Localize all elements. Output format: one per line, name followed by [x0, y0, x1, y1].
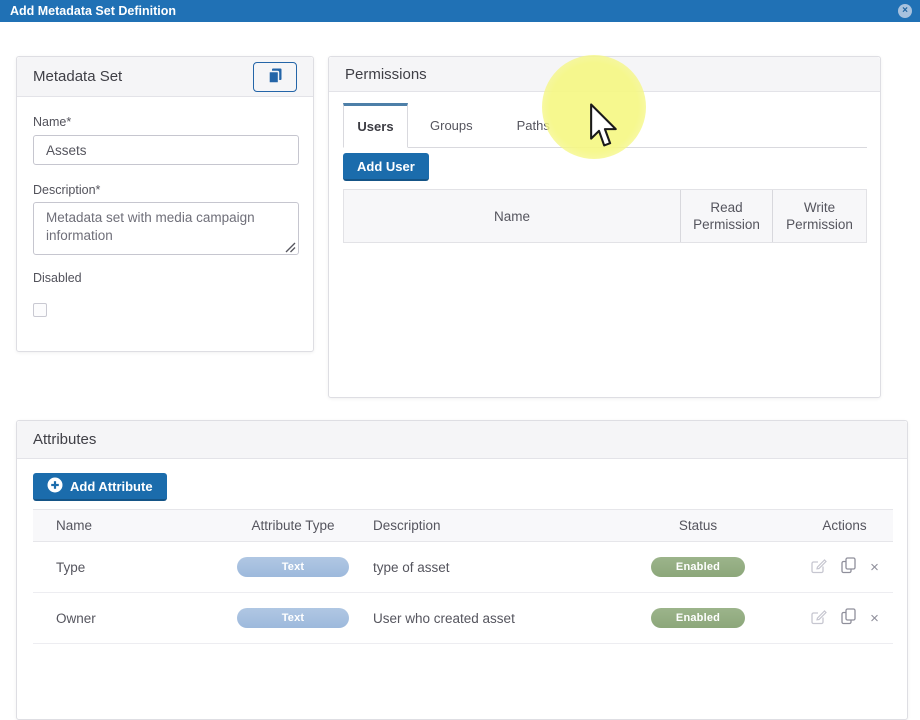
- attributes-table: Name Attribute Type Description Status A…: [33, 509, 893, 644]
- tab-paths[interactable]: Paths: [495, 103, 572, 147]
- attributes-title: Attributes: [33, 431, 96, 448]
- copy-metadata-set-button[interactable]: [253, 62, 297, 92]
- attribute-description: type of asset: [373, 560, 618, 575]
- remove-icon: ×: [870, 560, 879, 575]
- permissions-tabs: Users Groups Paths: [343, 103, 867, 148]
- status-badge: Enabled: [651, 608, 745, 628]
- attributes-header: Attributes: [17, 421, 907, 459]
- permissions-card: Permissions Users Groups Paths Add User …: [328, 56, 881, 398]
- column-header-actions: Actions: [778, 518, 893, 533]
- duplicate-attribute-button[interactable]: [841, 608, 856, 628]
- name-input[interactable]: [33, 135, 299, 165]
- page-title: Add Metadata Set Definition: [10, 4, 176, 18]
- plus-icon: [47, 477, 63, 496]
- remove-icon: ×: [870, 611, 879, 626]
- permissions-header: Permissions: [329, 57, 880, 92]
- metadata-set-card: Metadata Set Name* Description* Metadata…: [16, 56, 314, 352]
- table-row: Type Text type of asset Enabled: [33, 542, 893, 593]
- column-header-status: Status: [618, 518, 778, 533]
- status-badge: Enabled: [651, 557, 745, 577]
- name-label: Name*: [33, 115, 71, 129]
- tab-users[interactable]: Users: [343, 103, 408, 148]
- attribute-description: User who created asset: [373, 611, 618, 626]
- column-header-name: Name: [344, 190, 680, 242]
- metadata-set-title: Metadata Set: [33, 68, 122, 85]
- duplicate-icon: [841, 608, 856, 628]
- textarea-resize-handle-icon[interactable]: [284, 240, 296, 258]
- attributes-card: Attributes Add Attribute Name Attribute …: [16, 420, 908, 720]
- column-header-read-permission: Read Permission: [680, 190, 772, 242]
- close-icon[interactable]: ×: [898, 4, 912, 18]
- column-header-description: Description: [373, 518, 618, 533]
- add-user-label: Add User: [357, 159, 415, 174]
- disabled-checkbox[interactable]: [33, 303, 47, 317]
- duplicate-icon: [841, 557, 856, 577]
- modal-titlebar: Add Metadata Set Definition ×: [0, 0, 920, 22]
- edit-icon: [810, 608, 827, 628]
- edit-icon: [810, 557, 827, 577]
- add-user-button[interactable]: Add User: [343, 153, 429, 181]
- edit-attribute-button[interactable]: [810, 557, 827, 577]
- attributes-table-header: Name Attribute Type Description Status A…: [33, 509, 893, 542]
- attribute-name: Owner: [33, 611, 213, 626]
- description-label: Description*: [33, 183, 100, 197]
- metadata-set-header: Metadata Set: [17, 57, 313, 97]
- permissions-table-header: Name Read Permission Write Permission: [343, 189, 867, 243]
- add-attribute-button[interactable]: Add Attribute: [33, 473, 167, 501]
- column-header-attribute-type: Attribute Type: [213, 518, 373, 533]
- attribute-type-badge: Text: [237, 557, 349, 577]
- remove-attribute-button[interactable]: ×: [870, 560, 879, 575]
- attribute-name: Type: [33, 560, 213, 575]
- add-attribute-label: Add Attribute: [70, 479, 153, 494]
- edit-attribute-button[interactable]: [810, 608, 827, 628]
- copy-icon: [267, 67, 284, 87]
- duplicate-attribute-button[interactable]: [841, 557, 856, 577]
- table-row: Owner Text User who created asset Enable…: [33, 593, 893, 644]
- remove-attribute-button[interactable]: ×: [870, 611, 879, 626]
- permissions-title: Permissions: [345, 66, 427, 83]
- disabled-label: Disabled: [33, 271, 82, 285]
- column-header-name: Name: [33, 518, 213, 533]
- tab-groups[interactable]: Groups: [408, 103, 495, 147]
- attribute-type-badge: Text: [237, 608, 349, 628]
- column-header-write-permission: Write Permission: [772, 190, 866, 242]
- description-input[interactable]: Metadata set with media campaign informa…: [33, 202, 299, 255]
